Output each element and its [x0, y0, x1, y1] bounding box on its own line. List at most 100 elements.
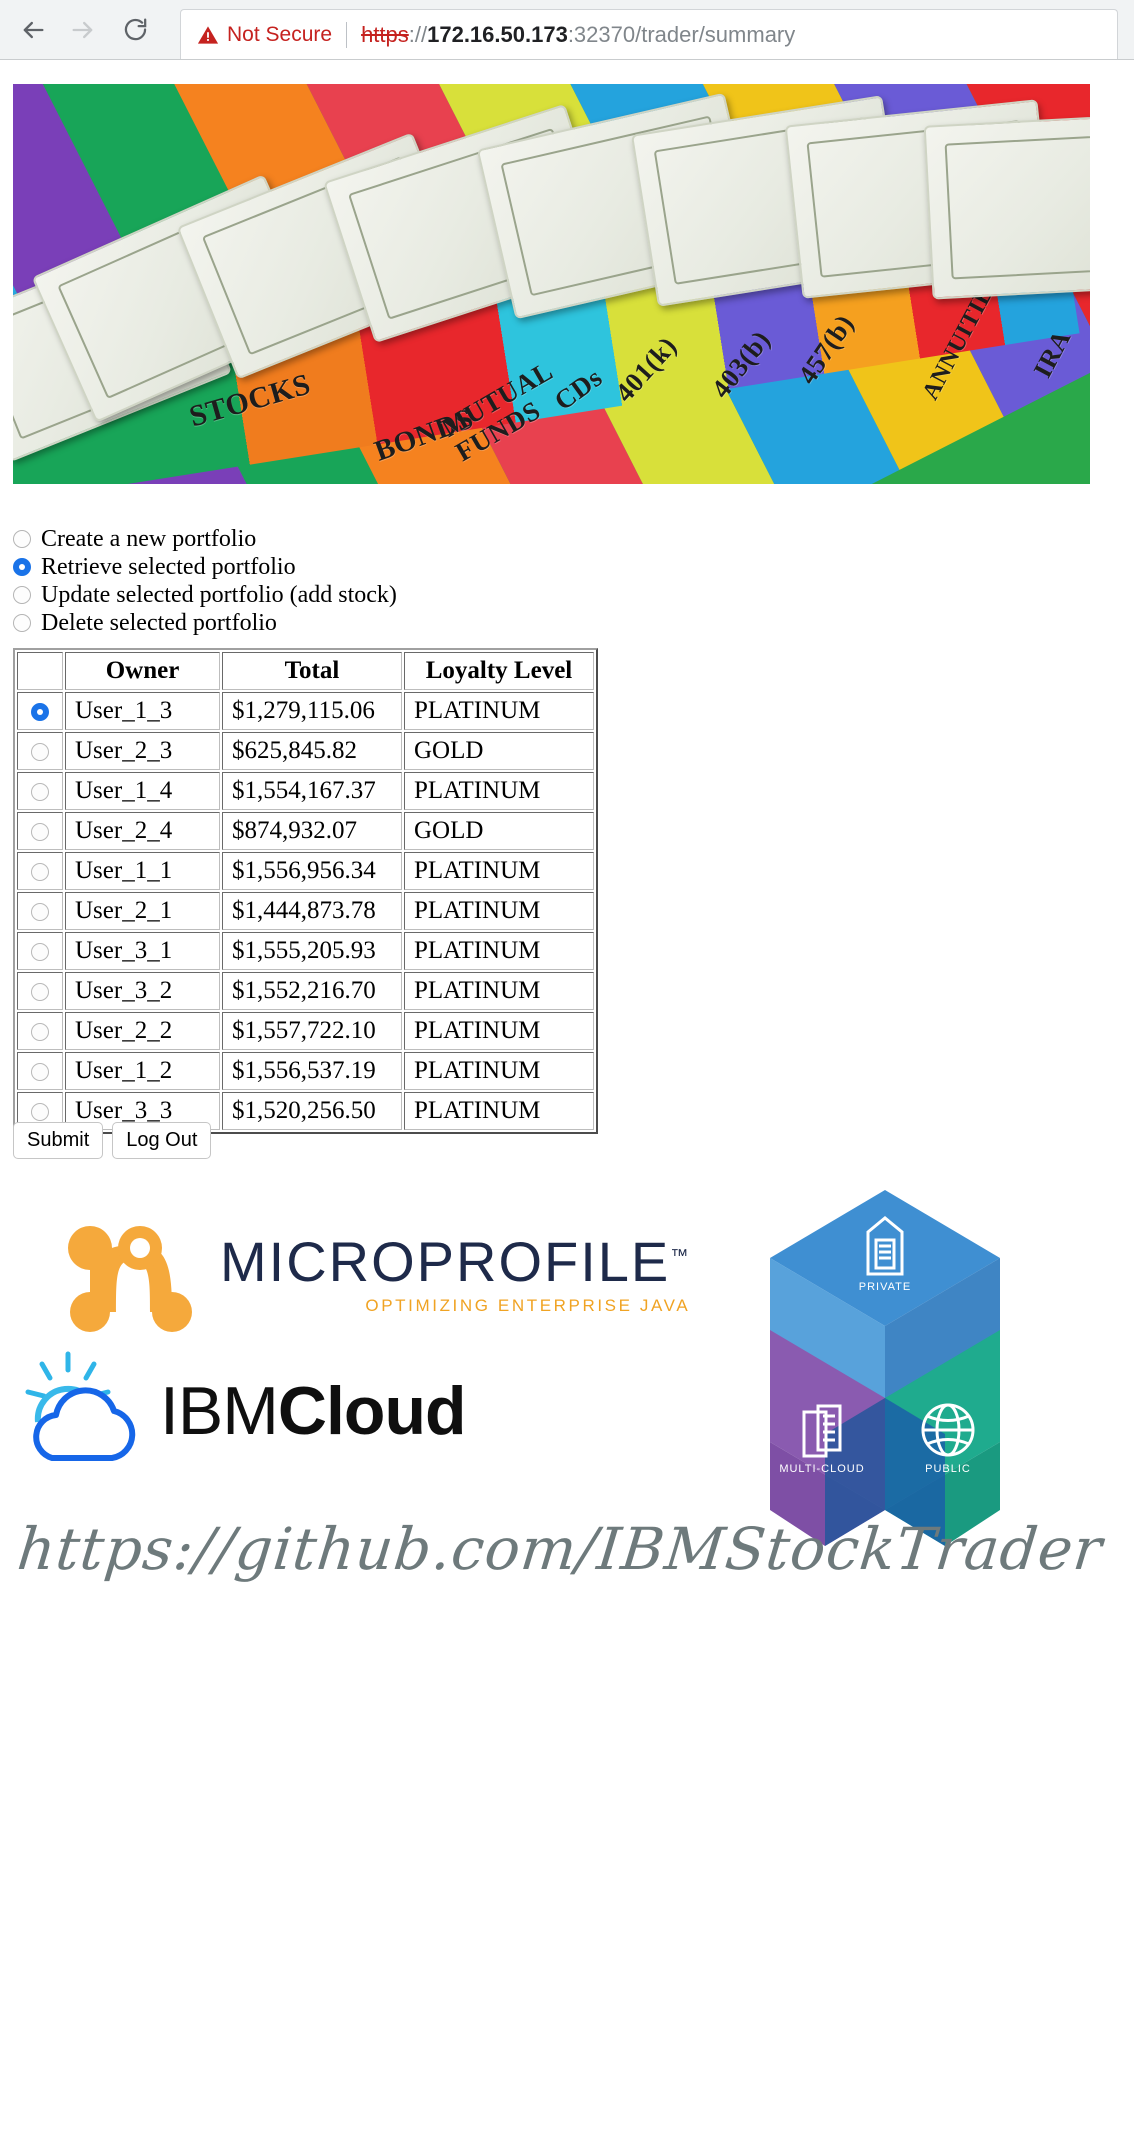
row-select-cell[interactable]: [17, 692, 63, 730]
table-row[interactable]: User_1_1 $1,556,956.34 PLATINUM: [17, 852, 594, 890]
cell-total: $1,444,873.78: [222, 892, 402, 930]
hero-banner-image: STOCKS BONDS MUTUAL FUNDS CDs 401(k) 403…: [13, 84, 1090, 484]
cell-loyalty: PLATINUM: [404, 1012, 594, 1050]
form-actions: Submit Log Out: [13, 1122, 212, 1159]
row-radio[interactable]: [31, 703, 49, 722]
table-body: User_1_3 $1,279,115.06 PLATINUM User_2_3…: [17, 692, 594, 1130]
logout-button[interactable]: Log Out: [112, 1122, 212, 1159]
cell-loyalty: PLATINUM: [404, 892, 594, 930]
table-row[interactable]: User_2_3 $625,845.82 GOLD: [17, 732, 594, 770]
table-row[interactable]: User_1_2 $1,556,537.19 PLATINUM: [17, 1052, 594, 1090]
table-row[interactable]: User_2_4 $874,932.07 GOLD: [17, 812, 594, 850]
row-radio[interactable]: [31, 1103, 49, 1122]
hero-artwork: STOCKS BONDS MUTUAL FUNDS CDs 401(k) 403…: [13, 84, 1090, 484]
row-radio[interactable]: [31, 943, 49, 962]
radio-create-portfolio[interactable]: [13, 530, 31, 548]
footer-branding: MICROPROFILE™ OPTIMIZING ENTERPRISE JAVA: [0, 1180, 1134, 1600]
cloud-sun-icon: [22, 1348, 152, 1473]
cube-label-multicloud: MULTI-CLOUD: [779, 1463, 864, 1475]
back-button[interactable]: [10, 7, 56, 53]
url-scheme: https: [361, 21, 409, 47]
cloud-text: Cloud: [277, 1372, 467, 1449]
cell-loyalty: PLATINUM: [404, 692, 594, 730]
row-select-cell[interactable]: [17, 972, 63, 1010]
trademark-symbol: ™: [670, 1245, 691, 1266]
cell-total: $1,520,256.50: [222, 1092, 402, 1130]
option-retrieve-portfolio[interactable]: Retrieve selected portfolio: [13, 553, 713, 581]
reload-button[interactable]: [112, 7, 158, 53]
table-row[interactable]: User_2_1 $1,444,873.78 PLATINUM: [17, 892, 594, 930]
browser-toolbar: Not Secure https://172.16.50.173:32370/t…: [0, 0, 1134, 60]
radio-delete-portfolio[interactable]: [13, 614, 31, 632]
portfolios-table: Owner Total Loyalty Level User_1_3 $1,27…: [13, 648, 598, 1134]
row-select-cell[interactable]: [17, 772, 63, 810]
cell-total: $1,555,205.93: [222, 932, 402, 970]
row-radio[interactable]: [31, 863, 49, 882]
column-header-loyalty-level: Loyalty Level: [404, 652, 594, 690]
address-bar[interactable]: Not Secure https://172.16.50.173:32370/t…: [180, 9, 1118, 59]
reload-icon: [122, 16, 149, 43]
cell-owner: User_2_3: [65, 732, 220, 770]
cell-loyalty: GOLD: [404, 732, 594, 770]
security-indicator[interactable]: Not Secure: [181, 23, 346, 47]
option-label: Retrieve selected portfolio: [41, 554, 296, 580]
cell-loyalty: PLATINUM: [404, 972, 594, 1010]
table-row[interactable]: User_2_2 $1,557,722.10 PLATINUM: [17, 1012, 594, 1050]
cell-owner: User_2_2: [65, 1012, 220, 1050]
microprofile-logo: MICROPROFILE™ OPTIMIZING ENTERPRISE JAVA: [60, 1208, 690, 1343]
dollar-bill: [923, 112, 1090, 300]
row-select-cell[interactable]: [17, 932, 63, 970]
page-body: STOCKS BONDS MUTUAL FUNDS CDs 401(k) 403…: [0, 60, 1134, 2156]
row-select-cell[interactable]: [17, 732, 63, 770]
option-update-portfolio[interactable]: Update selected portfolio (add stock): [13, 581, 713, 609]
cell-total: $1,554,167.37: [222, 772, 402, 810]
row-select-cell[interactable]: [17, 852, 63, 890]
url-host: 172.16.50.173: [427, 21, 568, 47]
cube-label-public: PUBLIC: [925, 1463, 971, 1475]
url-text[interactable]: https://172.16.50.173:32370/trader/summa…: [347, 22, 795, 48]
ibm-cloud-wordmark: IBMCloud: [160, 1372, 467, 1450]
hybrid-cloud-cube-icon: PRIVATE MULTI-CLOUD PUBLIC: [700, 1180, 1070, 1550]
table-row[interactable]: User_1_4 $1,554,167.37 PLATINUM: [17, 772, 594, 810]
cell-owner: User_2_4: [65, 812, 220, 850]
row-radio[interactable]: [31, 743, 49, 762]
row-select-cell[interactable]: [17, 892, 63, 930]
table-row[interactable]: User_3_2 $1,552,216.70 PLATINUM: [17, 972, 594, 1010]
row-radio[interactable]: [31, 823, 49, 842]
cell-loyalty: GOLD: [404, 812, 594, 850]
column-header-owner: Owner: [65, 652, 220, 690]
cell-total: $1,279,115.06: [222, 692, 402, 730]
url-separator: ://: [408, 21, 428, 47]
row-radio[interactable]: [31, 983, 49, 1002]
radio-retrieve-portfolio[interactable]: [13, 558, 31, 576]
security-label: Not Secure: [227, 22, 333, 46]
cube-label-private: PRIVATE: [859, 1281, 911, 1293]
cell-total: $874,932.07: [222, 812, 402, 850]
option-label: Update selected portfolio (add stock): [41, 582, 397, 608]
cell-loyalty: PLATINUM: [404, 1092, 594, 1130]
column-header-select: [17, 652, 63, 690]
row-radio[interactable]: [31, 1063, 49, 1082]
row-select-cell[interactable]: [17, 1052, 63, 1090]
row-select-cell[interactable]: [17, 1012, 63, 1050]
cell-owner: User_1_1: [65, 852, 220, 890]
row-select-cell[interactable]: [17, 812, 63, 850]
option-create-portfolio[interactable]: Create a new portfolio: [13, 525, 713, 553]
github-url-script: https://github.com/IBMStockTrader: [14, 1515, 1106, 1583]
option-delete-portfolio[interactable]: Delete selected portfolio: [13, 609, 713, 637]
radio-update-portfolio[interactable]: [13, 586, 31, 604]
microprofile-mark-icon: [60, 1208, 210, 1343]
cell-total: $1,557,722.10: [222, 1012, 402, 1050]
cell-loyalty: PLATINUM: [404, 852, 594, 890]
submit-button[interactable]: Submit: [13, 1122, 104, 1159]
column-header-total: Total: [222, 652, 402, 690]
option-label: Create a new portfolio: [41, 526, 257, 552]
microprofile-wordmark: MICROPROFILE™ OPTIMIZING ENTERPRISE JAVA: [220, 1208, 690, 1316]
table-row[interactable]: User_1_3 $1,279,115.06 PLATINUM: [17, 692, 594, 730]
row-radio[interactable]: [31, 783, 49, 802]
row-radio[interactable]: [31, 1023, 49, 1042]
forward-button: [60, 7, 106, 53]
table-row[interactable]: User_3_1 $1,555,205.93 PLATINUM: [17, 932, 594, 970]
row-radio[interactable]: [31, 903, 49, 922]
cell-owner: User_2_1: [65, 892, 220, 930]
